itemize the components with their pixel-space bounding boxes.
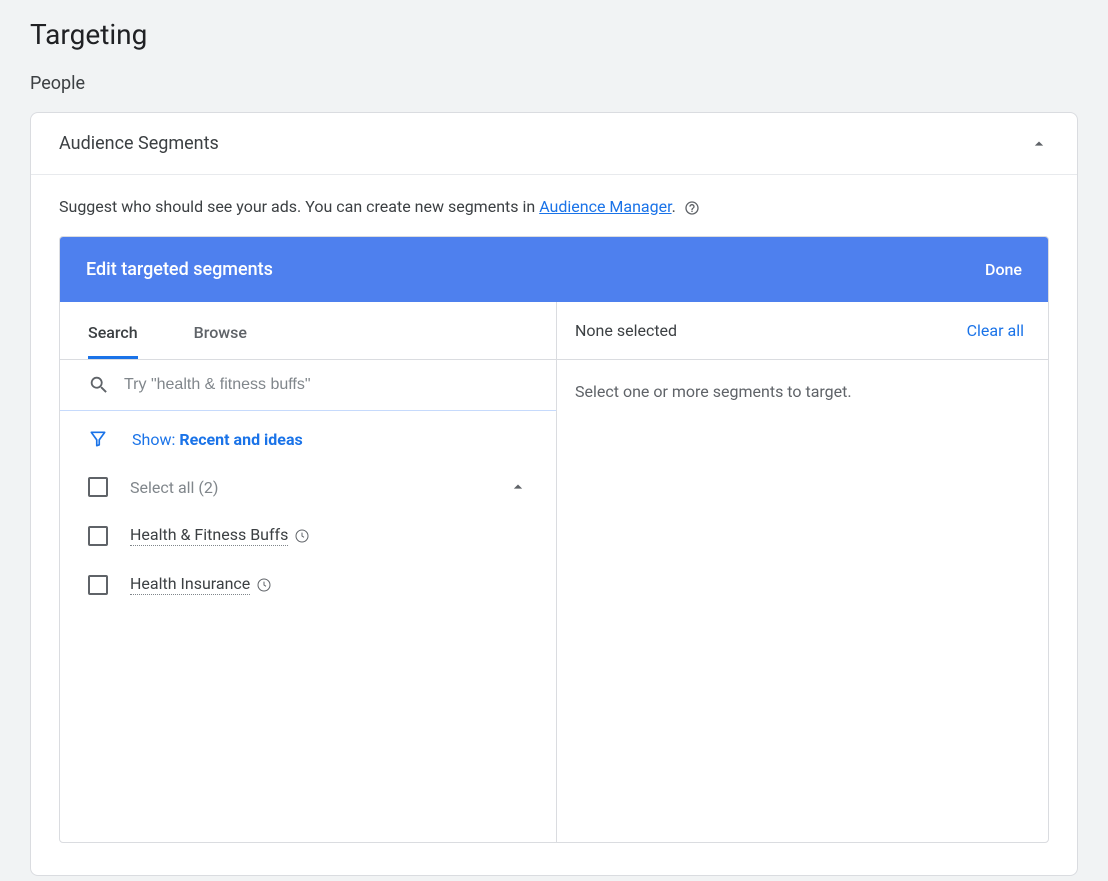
done-button[interactable]: Done <box>985 260 1022 279</box>
tab-search[interactable]: Search <box>88 307 138 359</box>
audience-segments-card: Audience Segments Suggest who should see… <box>30 112 1078 876</box>
item-checkbox[interactable] <box>88 575 108 595</box>
editor-header: Edit targeted segments Done <box>60 237 1048 302</box>
help-icon[interactable] <box>684 200 700 216</box>
list-item[interactable]: Health & Fitness Buffs <box>60 511 556 560</box>
audience-manager-link[interactable]: Audience Manager <box>539 197 671 216</box>
left-panel: Search Browse Show: Recent and ideas <box>60 302 557 842</box>
search-icon <box>88 374 110 396</box>
select-all-checkbox[interactable] <box>88 477 108 497</box>
card-title: Audience Segments <box>59 133 219 154</box>
clear-all-button[interactable]: Clear all <box>967 321 1024 340</box>
filter-icon <box>88 429 108 449</box>
description-text: Suggest who should see your ads. You can… <box>59 197 539 216</box>
card-header[interactable]: Audience Segments <box>31 113 1077 175</box>
select-all-label: Select all (2) <box>130 478 218 497</box>
tabs-row: Search Browse <box>60 302 556 360</box>
tab-browse[interactable]: Browse <box>194 307 247 359</box>
filter-value: Recent and ideas <box>179 430 302 449</box>
segment-editor: Edit targeted segments Done Search Brows… <box>59 236 1049 843</box>
right-header: None selected Clear all <box>557 302 1048 360</box>
page-title: Targeting <box>30 18 1078 51</box>
right-panel: None selected Clear all Select one or mo… <box>557 302 1048 842</box>
clock-icon <box>256 577 272 593</box>
search-input[interactable] <box>124 376 528 394</box>
editor-body: Search Browse Show: Recent and ideas <box>60 302 1048 842</box>
item-label: Health Insurance <box>130 574 250 595</box>
chevron-up-icon[interactable] <box>508 477 528 497</box>
filter-show-label: Show: Recent and ideas <box>132 430 303 449</box>
editor-title: Edit targeted segments <box>86 259 273 280</box>
select-all-row[interactable]: Select all (2) <box>60 463 556 511</box>
list-item[interactable]: Health Insurance <box>60 560 556 609</box>
section-people-label: People <box>30 73 1078 94</box>
card-body: Suggest who should see your ads. You can… <box>31 175 1077 875</box>
clock-icon <box>294 528 310 544</box>
card-description: Suggest who should see your ads. You can… <box>59 197 1049 216</box>
filter-row[interactable]: Show: Recent and ideas <box>60 411 556 463</box>
description-suffix: . <box>672 197 676 216</box>
search-row <box>60 360 556 411</box>
chevron-up-icon <box>1029 134 1049 154</box>
none-selected-label: None selected <box>575 321 677 340</box>
item-label: Health & Fitness Buffs <box>130 525 288 546</box>
right-hint: Select one or more segments to target. <box>557 360 1048 423</box>
item-checkbox[interactable] <box>88 526 108 546</box>
